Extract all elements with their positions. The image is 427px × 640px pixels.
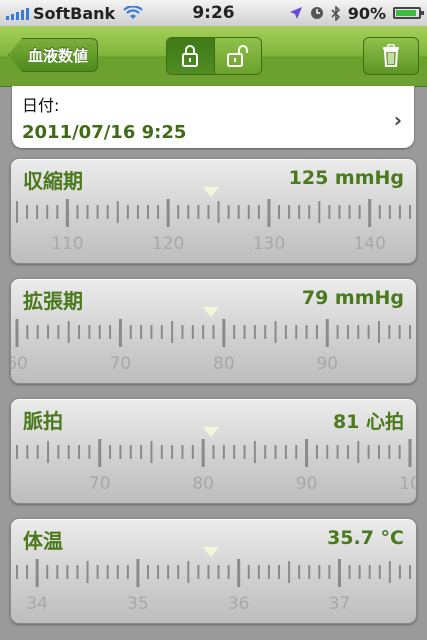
- diastolic-ruler[interactable]: 60 70 80 90: [11, 317, 416, 379]
- pulse-value: 81 心拍: [332, 411, 404, 433]
- temperature-value: 35.7 °C: [327, 527, 404, 549]
- ruler-label: 90: [296, 474, 318, 494]
- ruler-pointer-icon: [203, 547, 219, 557]
- ruler-label: 34: [26, 594, 48, 614]
- delete-button[interactable]: [363, 37, 419, 75]
- trash-icon: [383, 44, 399, 67]
- ruler-label: 80: [192, 474, 214, 494]
- ruler-label: 37: [329, 594, 351, 614]
- diastolic-title: 拡張期: [23, 289, 83, 313]
- status-bar: SoftBank 9:26 90%: [0, 0, 427, 26]
- temperature-title: 体温: [23, 529, 63, 553]
- ruler-label: 90: [316, 354, 338, 374]
- ruler-label: 60: [11, 354, 28, 374]
- lock-closed-icon: [182, 45, 199, 67]
- navigation-bar: 血液数値: [0, 26, 427, 87]
- diastolic-ruler-card[interactable]: 拡張期 79 mmHg 60 70 80 90: [10, 278, 417, 384]
- pulse-title: 脈拍: [23, 409, 63, 433]
- ruler-pointer-icon: [203, 307, 219, 317]
- lock-toggle[interactable]: [166, 37, 262, 75]
- systolic-value: 125 mmHg: [288, 167, 404, 189]
- unlock-segment[interactable]: [214, 38, 261, 74]
- status-time: 9:26: [192, 3, 235, 23]
- ruler-label: 36: [228, 594, 250, 614]
- back-button[interactable]: 血液数値: [8, 38, 98, 72]
- temperature-ruler[interactable]: 34 35 36 37: [11, 557, 416, 619]
- lock-segment[interactable]: [167, 38, 215, 74]
- pulse-ruler[interactable]: 70 80 90 10: [11, 437, 416, 499]
- ruler-label: 140: [353, 234, 385, 254]
- diastolic-value: 79 mmHg: [301, 287, 404, 309]
- battery-icon: [393, 7, 424, 19]
- lock-open-icon: [226, 45, 248, 67]
- date-label: 日付:: [22, 96, 60, 115]
- ruler-label: 10: [399, 474, 416, 494]
- ruler-label: 130: [253, 234, 285, 254]
- ruler-label: 70: [89, 474, 111, 494]
- systolic-ruler[interactable]: 110 120 130 140: [11, 197, 416, 259]
- ruler-pointer-icon: [203, 427, 219, 437]
- temperature-ruler-card[interactable]: 体温 35.7 °C 34 35 36 37: [10, 518, 417, 624]
- date-row[interactable]: 日付: 2011/07/16 9:25 ›: [12, 86, 414, 148]
- ruler-pointer-icon: [203, 187, 219, 197]
- ruler-label: 35: [127, 594, 149, 614]
- back-button-label: 血液数値: [27, 46, 88, 65]
- ruler-label: 70: [110, 354, 132, 374]
- chevron-right-icon: ›: [393, 108, 402, 132]
- pulse-ruler-card[interactable]: 脈拍 81 心拍 70 80 90 10: [10, 398, 417, 504]
- ruler-label: 80: [213, 354, 235, 374]
- ruler-label: 110: [51, 234, 83, 254]
- systolic-title: 収縮期: [23, 169, 83, 193]
- systolic-ruler-card[interactable]: 収縮期 125 mmHg 110 120 130 140: [10, 158, 417, 264]
- date-value: 2011/07/16 9:25: [22, 122, 187, 143]
- ruler-label: 120: [152, 234, 184, 254]
